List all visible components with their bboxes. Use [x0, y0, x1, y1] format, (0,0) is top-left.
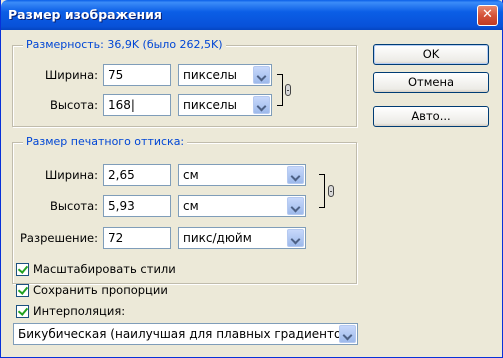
auto-button[interactable]: Авто...	[373, 106, 489, 127]
chevron-down-icon[interactable]	[253, 66, 270, 84]
resolution-label: Разрешение:	[19, 231, 98, 245]
ok-button[interactable]: OK	[373, 44, 489, 65]
chevron-down-icon[interactable]	[339, 325, 356, 343]
chain-link-icon	[328, 185, 334, 197]
pixel-height-label: Высота:	[50, 98, 98, 112]
document-size-label: Размер печатного оттиска:	[23, 135, 188, 148]
close-icon[interactable]: ✕	[477, 5, 498, 26]
resample-method-select[interactable]: Бикубическая (наилучшая для плавных град…	[13, 323, 358, 345]
print-width-field[interactable]: 2,65	[103, 164, 171, 186]
print-width-label: Ширина:	[45, 168, 98, 182]
dialog-body: Размерность: 36,9K (было 262,5K) Ширина:…	[4, 30, 500, 355]
print-width-unit-value: см	[183, 168, 199, 182]
pixel-height-unit-value: пикселы	[183, 98, 238, 112]
title-bar[interactable]: Размер изображения ✕	[1, 0, 503, 30]
pixel-height-field[interactable]: 168	[103, 94, 171, 116]
pixel-dimensions-group: Размерность: 36,9K (было 262,5K) Ширина:…	[12, 38, 357, 127]
print-width-unit-select[interactable]: см	[178, 164, 306, 186]
chevron-down-icon[interactable]	[287, 197, 304, 215]
chevron-down-icon[interactable]	[287, 229, 304, 247]
pixel-link-bracket	[277, 74, 283, 106]
chevron-down-icon[interactable]	[287, 166, 304, 184]
resolution-unit-select[interactable]: пикс/дюйм	[178, 227, 306, 249]
cancel-button[interactable]: Отмена	[373, 72, 489, 93]
pixel-height-unit-select[interactable]: пикселы	[178, 94, 272, 116]
pixel-width-unit-select[interactable]: пикселы	[178, 64, 272, 86]
pixel-width-field[interactable]: 75	[103, 64, 171, 86]
chevron-down-icon[interactable]	[253, 96, 270, 114]
image-size-dialog: Размер изображения ✕ Размерность: 36,9K …	[0, 0, 503, 358]
resample-checkbox[interactable]	[16, 305, 29, 318]
constrain-proportions-checkbox[interactable]	[16, 284, 29, 297]
chain-link-icon	[285, 84, 291, 96]
pixel-dimensions-label: Размерность: 36,9K (было 262,5K)	[23, 38, 226, 51]
print-link-bracket	[319, 174, 325, 208]
resample-label: Интерполяция:	[33, 304, 126, 318]
pixel-width-label: Ширина:	[45, 68, 98, 82]
scale-styles-label: Масштабировать стили	[33, 262, 176, 276]
constrain-proportions-label: Сохранить пропорции	[33, 283, 168, 297]
window-title: Размер изображения	[8, 7, 162, 22]
print-height-label: Высота:	[50, 199, 98, 213]
resolution-unit-value: пикс/дюйм	[183, 231, 252, 245]
print-height-field[interactable]: 5,93	[103, 195, 171, 217]
resample-method-value: Бикубическая (наилучшая для плавных град…	[18, 327, 354, 341]
print-height-unit-value: см	[183, 199, 199, 213]
resolution-field[interactable]: 72	[103, 227, 171, 249]
print-height-unit-select[interactable]: см	[178, 195, 306, 217]
pixel-width-unit-value: пикселы	[183, 68, 238, 82]
scale-styles-checkbox[interactable]	[16, 263, 29, 276]
